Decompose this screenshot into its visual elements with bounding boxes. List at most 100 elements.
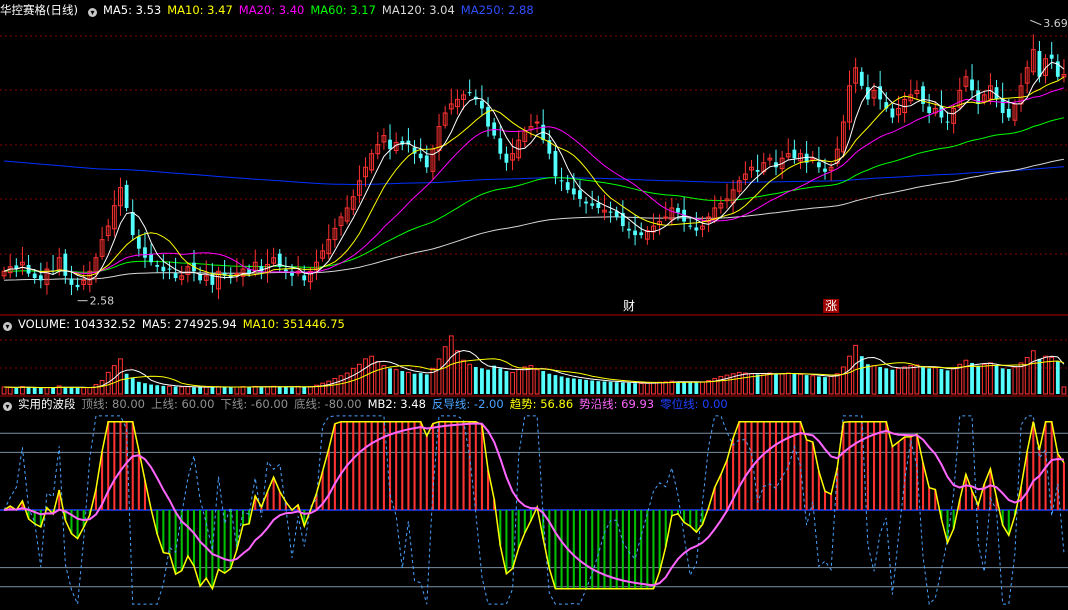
- stock-chart[interactable]: 3.69 2.58 财 涨: [0, 0, 1068, 610]
- volume-bar-up: [185, 386, 191, 395]
- candle-body-down: [63, 253, 68, 276]
- volume-bar-up: [320, 382, 326, 395]
- volume-bar-up: [295, 385, 301, 395]
- volume-ma10-path: [4, 358, 1065, 388]
- volume-bar-up: [908, 365, 914, 395]
- volume-bar-down: [553, 375, 558, 394]
- volume-bar-down: [565, 377, 570, 394]
- volume-bar-up: [957, 363, 963, 395]
- chevron-down-icon[interactable]: ▾: [3, 322, 12, 331]
- volume-bar-up: [234, 386, 240, 395]
- volume-bar-up: [99, 379, 105, 395]
- volume-bar-up: [87, 387, 93, 395]
- event-marker-finance: 财: [623, 299, 635, 313]
- volume-bar-down: [388, 368, 392, 394]
- legend-ma5: MA5: 3.53: [102, 3, 162, 17]
- candle-body-down: [792, 149, 797, 159]
- volume-bar-up: [381, 365, 387, 395]
- volume-bar-up: [369, 355, 375, 395]
- volume-bar-down: [890, 369, 895, 394]
- volume-bar-down: [26, 387, 31, 394]
- volume-bar-down: [283, 386, 288, 394]
- volume-bar-down: [945, 370, 950, 394]
- volume-bar-up: [761, 373, 767, 395]
- volume-bar-down: [541, 371, 546, 394]
- candle-body-down: [694, 227, 699, 231]
- volume-bar-down: [480, 368, 484, 394]
- legend-edge-line: 势沿线: 69.93: [579, 397, 655, 411]
- candle-body-down: [1006, 108, 1011, 118]
- volume-bar-down: [161, 385, 166, 394]
- volume-bar-up: [1024, 357, 1030, 395]
- candle-body-down: [69, 278, 74, 285]
- volume-bar-down: [290, 387, 294, 394]
- volume-bar-down: [412, 373, 417, 394]
- candle-body-down: [38, 275, 43, 281]
- volume-bar-down: [927, 368, 932, 394]
- volume-bar-down: [418, 373, 423, 394]
- volume-bar-up: [644, 382, 650, 395]
- volume-bar-down: [816, 376, 821, 394]
- volume-bar-down: [198, 387, 203, 394]
- volume-bar-up: [393, 369, 399, 395]
- volume-bar-up: [651, 382, 656, 395]
- candle-body-down: [755, 169, 760, 172]
- candle-body-down: [945, 121, 950, 123]
- volume-bar-down: [627, 382, 631, 394]
- candle-body-down: [467, 92, 472, 94]
- volume-bar-down: [149, 384, 153, 394]
- legend-upper-line: 上线: 60.00: [150, 397, 215, 411]
- candle-body-down: [890, 108, 895, 118]
- volume-bar-up: [252, 385, 258, 395]
- volume-bar-up: [179, 386, 185, 395]
- candle-body-down: [1049, 54, 1054, 59]
- candle-body-down: [130, 212, 135, 236]
- volume-bar-down: [1000, 368, 1005, 394]
- volume-bar-down: [143, 383, 147, 394]
- volume-bar-down: [1006, 369, 1011, 394]
- candle-body-down: [124, 184, 129, 208]
- volume-bar-up: [436, 358, 442, 395]
- volume-bar-up: [638, 383, 644, 395]
- volume-bars: [1, 335, 1067, 395]
- volume-bar-up: [338, 375, 344, 395]
- volume-bar-down: [130, 377, 135, 394]
- volume-bar-up: [516, 369, 522, 395]
- volume-bar-up: [779, 373, 785, 395]
- volume-bar-down: [774, 373, 778, 394]
- volume-bar-down: [578, 379, 582, 394]
- candle-body-down: [559, 180, 564, 182]
- volume-bar-up: [375, 361, 381, 395]
- volume-bar-down: [259, 387, 264, 394]
- chevron-down-icon[interactable]: ▾: [3, 402, 12, 411]
- candle-body-down: [676, 207, 680, 213]
- volume-bar-up: [44, 387, 50, 395]
- candle-body-down: [1037, 51, 1042, 77]
- volume-bar-down: [559, 376, 564, 394]
- volume-bar-up: [932, 367, 938, 395]
- legend-lower-line: 下线: -60.00: [220, 397, 289, 411]
- candle-body-down: [565, 182, 570, 190]
- volume-bar-down: [688, 382, 693, 394]
- volume-bar-up: [669, 380, 675, 395]
- volume-bar-down: [504, 371, 509, 394]
- volume-bar-down: [865, 364, 870, 394]
- chevron-down-icon[interactable]: ▾: [87, 8, 97, 17]
- volume-bar-up: [871, 365, 877, 395]
- volume-bar-down: [124, 373, 129, 394]
- volume-bar-down: [400, 371, 405, 394]
- chart-annotations: 3.69 2.58 财 涨: [77, 17, 1068, 313]
- ma60-path: [4, 117, 1065, 273]
- volume-bar-down: [939, 369, 944, 394]
- indicator-legend: ▾ 实用的波段 顶线: 80.00 上线: 60.00 下线: -60.00 底线: -8…: [0, 396, 1068, 412]
- volume-bar-down: [823, 377, 827, 394]
- legend-ma250: MA250: 2.88: [460, 3, 534, 17]
- volume-bar-down: [486, 369, 490, 394]
- volume-bar-up: [1030, 350, 1036, 395]
- volume-bar-up: [455, 350, 460, 395]
- volume-bar-down: [571, 378, 576, 394]
- volume-bar-up: [216, 386, 221, 395]
- legend-volume-ma10: MA10: 351446.75: [242, 317, 345, 331]
- candle-body-down: [167, 268, 172, 270]
- volume-bar-up: [718, 375, 724, 395]
